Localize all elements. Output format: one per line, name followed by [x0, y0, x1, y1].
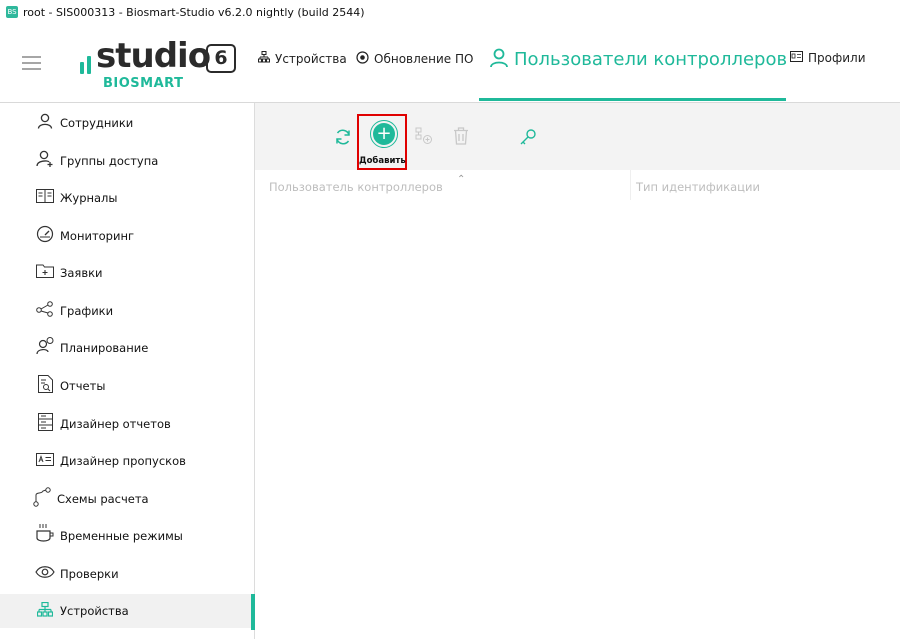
sidebar-item-journals[interactable]: Журналы [0, 181, 254, 215]
sort-up-icon: ⌃ [457, 174, 466, 185]
gauge-icon [33, 225, 57, 247]
add-button[interactable]: + Добавить [357, 114, 407, 170]
window-title: root - SIS000313 - Biosmart-Studio v6.2.… [23, 5, 365, 19]
sidebar-item-label: Дизайнер пропусков [60, 454, 186, 468]
tab-controller-users[interactable]: Пользователи контроллеров [489, 48, 787, 71]
toolbar: + Добавить [255, 103, 900, 170]
sidebar-item-schedules[interactable]: Графики [0, 294, 254, 328]
group-add-icon [33, 150, 57, 172]
sidebar-item-report-designer[interactable]: Дизайнер отчетов [0, 407, 254, 441]
sidebar-item-monitoring[interactable]: Мониторинг [0, 219, 254, 253]
sidebar-item-label: Отчеты [60, 379, 106, 393]
person-clock-icon [33, 337, 57, 359]
eye-icon [33, 565, 57, 583]
badge-design-icon [33, 452, 57, 470]
window-titlebar: BS root - SIS000313 - Biosmart-Studio v6… [0, 0, 900, 24]
path-scheme-icon [30, 487, 54, 511]
sidebar-item-devices[interactable]: Устройства [0, 594, 255, 630]
update-icon [356, 51, 369, 67]
add-circle-icon: + [370, 120, 398, 148]
sidebar-item-access-groups[interactable]: Группы доступа [0, 144, 254, 178]
column-divider[interactable] [630, 170, 631, 200]
column-header-label: Пользователь контроллеров [269, 180, 443, 194]
sidebar-item-employees[interactable]: Сотрудники [0, 106, 254, 140]
sidebar-item-time-modes[interactable]: Временные режимы [0, 519, 254, 553]
column-header-controller-user[interactable]: Пользователь контроллеров ⌃ [269, 174, 465, 194]
tab-devices-label: Устройства [275, 51, 347, 66]
report-design-icon [33, 413, 57, 435]
logo-version-badge: 6 [206, 44, 236, 73]
app-header: studio 6 BIOSMART Устройства Обновление … [0, 24, 900, 102]
report-search-icon [33, 375, 57, 397]
tab-devices[interactable]: Устройства [258, 51, 347, 66]
table-header: Пользователь контроллеров ⌃ Тип идентифи… [255, 170, 900, 202]
logo-brand: BIOSMART [103, 76, 184, 91]
tab-update-label: Обновление ПО [374, 52, 474, 66]
book-icon [33, 189, 57, 207]
sidebar-item-label: Сотрудники [60, 116, 134, 130]
sidebar-item-checks[interactable]: Проверки [0, 557, 254, 591]
bulk-add-icon[interactable] [415, 127, 433, 150]
tab-update[interactable]: Обновление ПО [356, 51, 473, 67]
column-header-identification-type[interactable]: Тип идентификации [636, 180, 760, 194]
tab-profiles[interactable]: Профили [790, 51, 866, 65]
logo-word: studio [96, 36, 211, 76]
studio-logo: studio 6 BIOSMART [80, 36, 240, 96]
profile-card-icon [790, 51, 803, 65]
sidebar-item-label: Дизайнер отчетов [60, 417, 171, 431]
sidebar-item-label: Заявки [60, 266, 103, 280]
folder-plus-icon [33, 264, 57, 282]
sidebar-item-planning[interactable]: Планирование [0, 331, 254, 365]
sidebar-item-label: Графики [60, 304, 114, 318]
devices-icon [258, 51, 270, 66]
sidebar: Сотрудники Группы доступа Журналы Монито… [0, 103, 255, 639]
sidebar-item-reports[interactable]: Отчеты [0, 369, 254, 403]
sidebar-item-label: Схемы расчета [57, 492, 149, 506]
person-icon [33, 113, 57, 133]
main-content: + Добавить Пользователь контроллеров ⌃ Т… [255, 103, 900, 639]
sidebar-item-label: Журналы [60, 191, 118, 205]
column-header-label: Тип идентификации [636, 180, 760, 194]
sidebar-item-label: Группы доступа [60, 154, 159, 168]
share-graph-icon [33, 301, 57, 321]
user-icon [489, 48, 509, 71]
sidebar-item-calc-schemes[interactable]: Схемы расчета [0, 482, 254, 516]
tab-controller-users-label: Пользователи контроллеров [514, 49, 788, 70]
refresh-icon[interactable] [334, 128, 352, 151]
sidebar-item-label: Устройства [60, 604, 129, 618]
trash-icon[interactable] [453, 127, 469, 150]
sidebar-item-label: Мониторинг [60, 229, 135, 243]
sidebar-item-badge-designer[interactable]: Дизайнер пропусков [0, 444, 254, 478]
key-icon[interactable] [519, 128, 537, 151]
devices-icon [33, 601, 57, 621]
add-button-label: Добавить [359, 156, 406, 166]
sidebar-item-label: Планирование [60, 341, 149, 355]
sidebar-item-label: Временные режимы [60, 529, 183, 543]
active-tab-indicator [479, 98, 786, 101]
sidebar-item-label: Проверки [60, 567, 119, 581]
cup-icon [33, 523, 57, 549]
sidebar-item-requests[interactable]: Заявки [0, 256, 254, 290]
app-icon: BS [6, 6, 18, 18]
menu-icon[interactable] [22, 56, 41, 70]
tab-profiles-label: Профили [808, 51, 866, 65]
